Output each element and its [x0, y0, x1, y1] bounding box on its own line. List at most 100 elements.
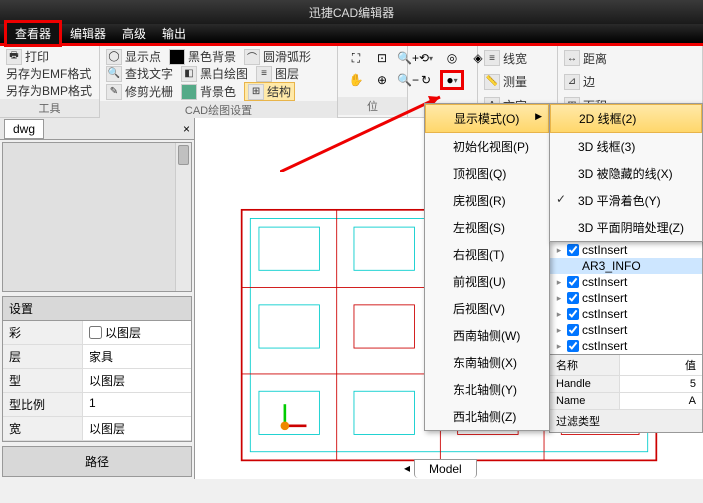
tree-checkbox[interactable]: [567, 292, 579, 304]
detail-table: 名称值 Handle5 NameA: [550, 354, 702, 410]
ribbon-group-tools: 🖶打印 另存为EMF格式 另存为BMP格式 工具: [0, 46, 100, 117]
menu-editor[interactable]: 编辑器: [62, 23, 114, 44]
submenu-3d-wireframe[interactable]: 3D 线框(3): [550, 133, 702, 160]
bgcolor-icon: [181, 84, 197, 100]
title-bar: 迅捷CAD编辑器: [0, 0, 703, 24]
submenu-2d-wireframe[interactable]: 2D 线框(2): [550, 104, 702, 133]
tree-checkbox[interactable]: [567, 340, 579, 352]
tree-item[interactable]: ▸cstInsert: [550, 274, 702, 290]
menu-back-view[interactable]: 后视图(V): [425, 295, 549, 322]
display-mode-submenu: 2D 线框(2) 3D 线框(3) 3D 被隐藏的线(X) ✓3D 平滑着色(Y…: [549, 103, 703, 242]
save-bmp-button[interactable]: 另存为BMP格式: [6, 82, 92, 99]
black-bg-button[interactable]: 黑色背景: [169, 48, 236, 65]
menu-advanced[interactable]: 高级: [114, 23, 154, 44]
model-tab[interactable]: Model: [414, 459, 477, 478]
tab-close-icon[interactable]: ×: [183, 122, 190, 136]
zoom-window-icon[interactable]: ⊡: [370, 48, 394, 68]
menu-left-view[interactable]: 左视图(S): [425, 214, 549, 241]
menu-bar: 查看器 编辑器 高级 输出: [0, 24, 703, 46]
scrollbar[interactable]: [175, 143, 191, 291]
layers-icon: ≡: [256, 66, 272, 82]
menu-viewer[interactable]: 查看器: [4, 20, 62, 47]
ribbon-group-cad: ◯显示点 黑色背景 ⌒圆滑弧形 🔍查找文字 ◧黑白绘图 ≡图层 ✎修剪光栅 背景…: [100, 46, 338, 117]
tree-checkbox[interactable]: [567, 308, 579, 320]
menu-front-view[interactable]: 前视图(U): [425, 268, 549, 295]
menu-display-mode[interactable]: 显示模式(O)▶: [425, 104, 549, 133]
menu-nw-iso[interactable]: 西北轴侧(Z): [425, 403, 549, 430]
menu-init-view[interactable]: 初始化视图(P): [425, 133, 549, 160]
render-mode-icon[interactable]: ●▾: [440, 70, 464, 90]
print-icon: 🖶: [6, 49, 22, 65]
structure-button[interactable]: ⊞结构: [244, 82, 295, 101]
tree-item[interactable]: ▸cstInsert: [550, 306, 702, 322]
lineweight-button[interactable]: ≡线宽: [484, 50, 527, 67]
file-tab-strip: dwg ×: [0, 118, 194, 140]
pan-icon[interactable]: ✋: [344, 70, 368, 90]
submenu-3d-flat[interactable]: 3D 平面阴暗处理(Z): [550, 214, 702, 241]
smooth-arc-button[interactable]: ⌒圆滑弧形: [244, 48, 311, 65]
group-label-pos: 位: [338, 97, 407, 115]
tree-item[interactable]: ▸cstInsert: [550, 338, 702, 354]
expand-icon[interactable]: ▸: [554, 293, 564, 304]
structure-panel: ▾Model ▸cstInsert AR3_INFO ▸cstInsert ▸c…: [549, 225, 703, 433]
ribbon-group-pos: ⛶ ⊡ 🔍+ ✋ ⊕ 🔍− 位: [338, 46, 408, 117]
distance-button[interactable]: ↔距离: [564, 50, 607, 67]
tab-nav-left-icon[interactable]: ◂: [400, 461, 414, 475]
bylayer-checkbox[interactable]: [89, 326, 102, 339]
expand-icon[interactable]: ▸: [554, 341, 564, 352]
lw-icon: ≡: [484, 50, 500, 66]
menu-bottom-view[interactable]: 庑视图(R): [425, 187, 549, 214]
tree-item[interactable]: ▸cstInsert: [550, 322, 702, 338]
group-label-tools: 工具: [0, 99, 99, 117]
print-button[interactable]: 🖶打印: [6, 48, 49, 65]
menu-top-view[interactable]: 顶视图(Q): [425, 160, 549, 187]
bw-draw-button[interactable]: ◧黑白绘图: [181, 65, 248, 82]
find-text-button[interactable]: 🔍查找文字: [106, 65, 173, 82]
regen-icon[interactable]: ↻: [414, 70, 438, 90]
bw-icon: ◧: [181, 66, 197, 82]
dist-icon: ↔: [564, 50, 580, 66]
show-point-button[interactable]: ◯显示点: [106, 48, 161, 65]
trim-icon: ✎: [106, 84, 122, 100]
menu-sw-iso[interactable]: 西南轴侧(W): [425, 322, 549, 349]
expand-icon[interactable]: ▸: [554, 245, 564, 256]
trim-raster-button[interactable]: ✎修剪光栅: [106, 83, 173, 100]
rotate-icon[interactable]: ⟲▾: [414, 48, 438, 68]
prop-row: 型以图层: [3, 369, 191, 393]
properties-grid: 设置 彩以图层 层家具 型以图层 型比例1 宽以图层: [2, 296, 192, 442]
preview-area: [2, 142, 192, 292]
file-tab[interactable]: dwg: [4, 119, 44, 139]
tree-checkbox[interactable]: [567, 324, 579, 336]
tree-checkbox[interactable]: [567, 244, 579, 256]
prop-header: 设置: [3, 297, 191, 321]
filter-type[interactable]: 过滤类型: [550, 410, 702, 432]
zoom-extents-icon[interactable]: ⛶: [344, 48, 368, 68]
menu-se-iso[interactable]: 东南轴侧(X): [425, 349, 549, 376]
tree-item[interactable]: ▸cstInsert: [550, 290, 702, 306]
save-emf-button[interactable]: 另存为EMF格式: [6, 65, 91, 82]
prop-row: 宽以图层: [3, 417, 191, 441]
submenu-3d-smooth[interactable]: ✓3D 平滑着色(Y): [550, 187, 702, 214]
tree-item-selected[interactable]: AR3_INFO: [550, 258, 702, 274]
menu-ne-iso[interactable]: 东北轴侧(Y): [425, 376, 549, 403]
submenu-arrow-icon: ▶: [535, 111, 542, 122]
bgcolor-button[interactable]: 背景色: [181, 83, 236, 100]
prop-row: 型比例1: [3, 393, 191, 417]
zoom-center-icon[interactable]: ⊕: [370, 70, 394, 90]
scrollbar-thumb[interactable]: [178, 145, 189, 165]
app-title: 迅捷CAD编辑器: [8, 4, 695, 21]
orbit-icon[interactable]: ◎: [440, 48, 464, 68]
measure-button[interactable]: 📏测量: [484, 73, 527, 90]
tree-checkbox[interactable]: [567, 276, 579, 288]
edge-button[interactable]: ⊿边: [564, 73, 595, 90]
submenu-3d-hidden[interactable]: 3D 被隐藏的线(X): [550, 160, 702, 187]
tree-item[interactable]: ▸cstInsert: [550, 242, 702, 258]
group-label-cad: CAD绘图设置: [100, 101, 337, 119]
path-section-header: 路径: [2, 446, 192, 477]
expand-icon[interactable]: ▸: [554, 325, 564, 336]
menu-output[interactable]: 输出: [154, 23, 194, 44]
menu-right-view[interactable]: 右视图(T): [425, 241, 549, 268]
expand-icon[interactable]: ▸: [554, 309, 564, 320]
layers-button[interactable]: ≡图层: [256, 65, 299, 82]
expand-icon[interactable]: ▸: [554, 277, 564, 288]
